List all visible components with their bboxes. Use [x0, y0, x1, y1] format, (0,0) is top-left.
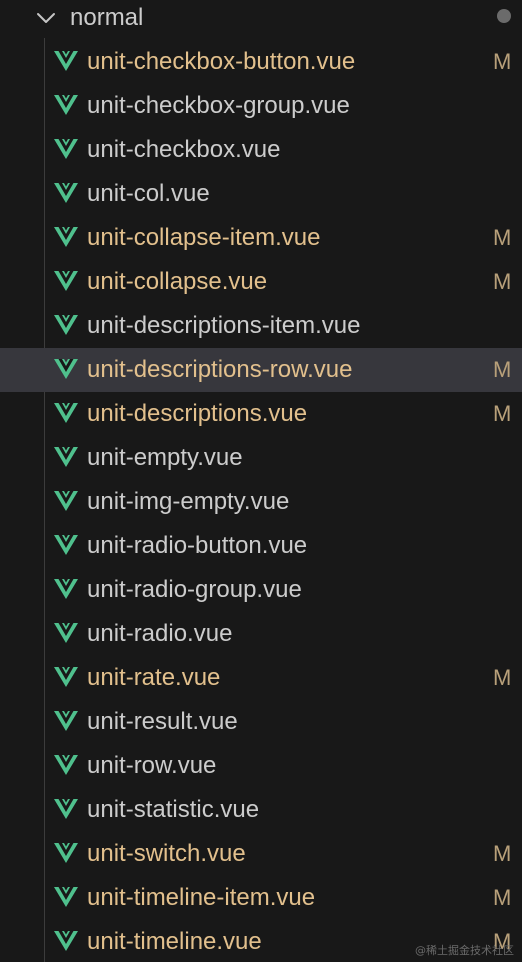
file-name: unit-descriptions-row.vue: [87, 356, 353, 383]
file-name: unit-checkbox-button.vue: [87, 48, 356, 75]
git-status-badge: M: [493, 841, 512, 866]
file-row[interactable]: unit-checkbox-group.vue: [0, 84, 522, 128]
git-status-badge: M: [493, 49, 512, 74]
vue-file-icon: [54, 755, 78, 775]
git-status-badge: M: [493, 357, 512, 382]
file-name: unit-checkbox.vue: [87, 136, 281, 163]
file-row[interactable]: unit-collapse-item.vue M: [0, 216, 522, 260]
git-status-badge: M: [493, 885, 512, 910]
file-row[interactable]: unit-col.vue: [0, 172, 522, 216]
file-name: unit-radio-group.vue: [87, 576, 302, 603]
file-row[interactable]: unit-radio-button.vue: [0, 524, 522, 568]
vue-file-icon: [54, 887, 78, 907]
chevron-down-icon[interactable]: [34, 6, 58, 30]
vue-file-icon: [54, 491, 78, 511]
git-status-badge: M: [493, 401, 512, 426]
git-status-badge: M: [493, 665, 512, 690]
file-row[interactable]: unit-radio.vue: [0, 612, 522, 656]
vue-file-icon: [54, 139, 78, 159]
file-name: unit-descriptions.vue: [87, 400, 308, 427]
vue-file-icon: [54, 403, 78, 423]
modified-dot-indicator: [497, 9, 511, 23]
git-status-badge: M: [493, 225, 512, 250]
vue-file-icon: [54, 931, 78, 951]
file-list: unit-checkbox-button.vue Munit-checkbox-g…: [0, 40, 522, 962]
vue-file-icon: [54, 315, 78, 335]
file-name: unit-radio-button.vue: [87, 532, 308, 559]
file-row[interactable]: unit-statistic.vue: [0, 788, 522, 832]
file-name: unit-rate.vue: [87, 664, 221, 691]
file-row[interactable]: unit-row.vue: [0, 744, 522, 788]
file-row[interactable]: unit-checkbox.vue: [0, 128, 522, 172]
file-name: unit-checkbox-group.vue: [87, 92, 350, 119]
vue-file-icon: [54, 447, 78, 467]
file-name: unit-row.vue: [87, 752, 217, 779]
file-name: unit-collapse.vue: [87, 268, 268, 295]
file-row[interactable]: unit-result.vue: [0, 700, 522, 744]
vue-file-icon: [54, 667, 78, 687]
vue-file-icon: [54, 579, 78, 599]
folder-row-normal[interactable]: normal: [0, 0, 522, 36]
file-row[interactable]: unit-switch.vue M: [0, 832, 522, 876]
vue-file-icon: [54, 843, 78, 863]
file-row[interactable]: unit-descriptions.vue M: [0, 392, 522, 436]
file-row[interactable]: unit-descriptions-row.vue M: [0, 348, 522, 392]
file-row[interactable]: unit-descriptions-item.vue: [0, 304, 522, 348]
file-name: unit-timeline-item.vue: [87, 884, 316, 911]
vue-file-icon: [54, 183, 78, 203]
folder-name: normal: [70, 4, 144, 31]
vue-file-icon: [54, 535, 78, 555]
file-row[interactable]: unit-collapse.vue M: [0, 260, 522, 304]
vue-file-icon: [54, 359, 78, 379]
git-status-badge: M: [493, 269, 512, 294]
vue-file-icon: [54, 51, 78, 71]
file-explorer: normal unit-checkbox-button.vue Munit-che…: [0, 0, 522, 962]
vue-file-icon: [54, 227, 78, 247]
file-name: unit-col.vue: [87, 180, 210, 207]
file-name: unit-img-empty.vue: [87, 488, 290, 515]
vue-file-icon: [54, 271, 78, 291]
file-name: unit-collapse-item.vue: [87, 224, 321, 251]
file-row[interactable]: unit-empty.vue: [0, 436, 522, 480]
file-name: unit-radio.vue: [87, 620, 233, 647]
vue-file-icon: [54, 711, 78, 731]
file-name: unit-empty.vue: [87, 444, 243, 471]
file-row[interactable]: unit-radio-group.vue: [0, 568, 522, 612]
watermark: @稀土掘金技术社区: [415, 944, 514, 957]
file-row[interactable]: unit-img-empty.vue: [0, 480, 522, 524]
vue-file-icon: [54, 799, 78, 819]
file-row[interactable]: unit-checkbox-button.vue M: [0, 40, 522, 84]
file-row[interactable]: unit-timeline-item.vue M: [0, 876, 522, 920]
file-name: unit-descriptions-item.vue: [87, 312, 361, 339]
file-name: unit-timeline.vue: [87, 928, 262, 955]
vue-file-icon: [54, 623, 78, 643]
file-row[interactable]: unit-rate.vue M: [0, 656, 522, 700]
file-name: unit-statistic.vue: [87, 796, 260, 823]
file-name: unit-result.vue: [87, 708, 238, 735]
vue-file-icon: [54, 95, 78, 115]
file-name: unit-switch.vue: [87, 840, 246, 867]
